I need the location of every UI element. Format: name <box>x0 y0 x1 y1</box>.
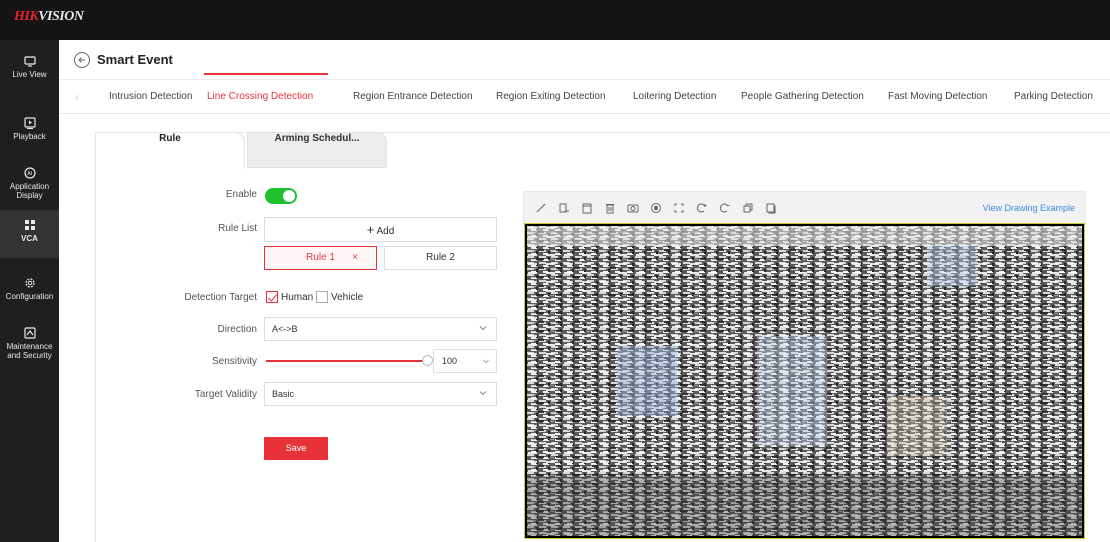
enable-label: Enable <box>225 189 257 200</box>
add-rule-button[interactable]: + Add <box>264 217 497 242</box>
vehicle-label: Vehicle <box>331 292 364 303</box>
sidebar-item-configuration[interactable]: Configuration <box>0 276 59 306</box>
sensitivity-slider-handle[interactable] <box>422 355 433 366</box>
chevron-down-icon <box>483 359 489 364</box>
rect-tool-icon[interactable] <box>557 201 571 215</box>
play-icon <box>23 117 36 129</box>
paste-icon[interactable] <box>764 201 778 215</box>
tab-parking-detection[interactable]: Parking Detection <box>1014 91 1093 102</box>
sidebar-item-live-view[interactable]: Live View <box>0 54 59 84</box>
subtab-arming-schedule[interactable]: Arming Schedul... <box>247 132 387 168</box>
detection-target-label: Detection Target <box>184 292 257 303</box>
plus-icon: + <box>366 222 375 237</box>
sensitivity-label: Sensitivity <box>211 356 257 367</box>
enable-toggle[interactable] <box>265 188 297 204</box>
back-button[interactable] <box>74 52 90 68</box>
sidebar-item-vca[interactable]: VCA <box>0 210 59 258</box>
human-checkbox[interactable] <box>266 291 278 303</box>
page-title: Smart Event <box>97 52 173 67</box>
sidebar-item-label: Maintenance and Security <box>6 342 53 360</box>
tab-people-gathering-detection[interactable]: People Gathering Detection <box>741 91 864 102</box>
rule-2-button[interactable]: Rule 2 <box>384 246 497 270</box>
hikvision-logo: HIKVISION <box>14 9 84 24</box>
arrow-left-icon <box>78 57 85 63</box>
sensitivity-value-input[interactable]: 100 <box>433 349 497 373</box>
camera-image <box>527 226 1082 536</box>
chevron-down-icon <box>479 326 487 331</box>
tab-loitering-detection[interactable]: Loitering Detection <box>633 91 716 102</box>
zoom-out-icon[interactable] <box>718 201 732 215</box>
zoom-in-icon[interactable] <box>695 201 709 215</box>
tabs-scroll-left-icon[interactable]: ‹ <box>75 90 79 104</box>
human-label: Human <box>281 292 314 303</box>
rule-1-button[interactable]: Rule 1 × <box>264 246 377 270</box>
sidebar-item-label: Configuration <box>5 292 54 301</box>
save-button[interactable]: Save <box>264 437 328 460</box>
live-video-preview[interactable] <box>524 223 1085 539</box>
direction-select[interactable]: A<->B <box>264 317 497 341</box>
sidebar-item-playback[interactable]: Playback <box>0 116 59 146</box>
monitor-icon <box>23 56 36 67</box>
drawing-toolbar: View Drawing Example <box>523 191 1086 224</box>
top-bar: HIKVISION <box>0 0 1110 40</box>
sidebar-item-label: VCA <box>21 234 38 243</box>
sidebar-item-label: Playback <box>13 132 46 141</box>
copy-icon[interactable] <box>741 201 755 215</box>
detection-tabs: ‹ Intrusion Detection Line Crossing Dete… <box>59 80 1110 114</box>
sidebar-item-application-display[interactable]: AI Application Display <box>0 166 59 202</box>
target-validity-label: Target Validity <box>194 389 257 400</box>
svg-text:AI: AI <box>27 171 33 177</box>
subtab-rule[interactable]: Rule <box>95 132 245 169</box>
view-drawing-example-link[interactable]: View Drawing Example <box>983 203 1075 213</box>
sensitivity-slider-track[interactable] <box>266 360 426 362</box>
record-icon[interactable] <box>649 201 663 215</box>
subtab-bar: Rule Arming Schedul... <box>95 132 395 169</box>
delete-icon[interactable] <box>603 201 617 215</box>
vehicle-checkbox[interactable] <box>316 291 328 303</box>
active-tab-indicator <box>204 73 328 75</box>
sidebar-item-label: Live View <box>12 70 47 79</box>
sidebar: Live View Playback AI Application Displa… <box>0 40 59 542</box>
tab-region-entrance-detection[interactable]: Region Entrance Detection <box>353 91 473 102</box>
grid-icon <box>24 220 35 230</box>
direction-label: Direction <box>217 324 257 335</box>
chevron-down-icon <box>479 391 487 396</box>
toggle-knob <box>283 190 295 202</box>
tab-intrusion-detection[interactable]: Intrusion Detection <box>109 91 192 102</box>
shield-icon <box>23 327 36 339</box>
line-tool-icon[interactable] <box>534 201 548 215</box>
fullscreen-icon[interactable] <box>672 201 686 215</box>
rule-list-label: Rule List <box>218 223 257 234</box>
tab-region-exiting-detection[interactable]: Region Exiting Detection <box>496 91 606 102</box>
tab-fast-moving-detection[interactable]: Fast Moving Detection <box>888 91 988 102</box>
target-validity-select[interactable]: Basic <box>264 382 497 406</box>
gear-icon <box>24 278 35 288</box>
close-icon[interactable]: × <box>352 247 358 269</box>
tab-line-crossing-detection[interactable]: Line Crossing Detection <box>207 91 313 102</box>
snapshot-icon[interactable] <box>626 201 640 215</box>
sidebar-item-maintenance[interactable]: Maintenance and Security <box>0 326 59 366</box>
ai-icon: AI <box>23 167 36 179</box>
clear-icon[interactable] <box>580 201 594 215</box>
sidebar-item-label: Application Display <box>9 182 50 200</box>
